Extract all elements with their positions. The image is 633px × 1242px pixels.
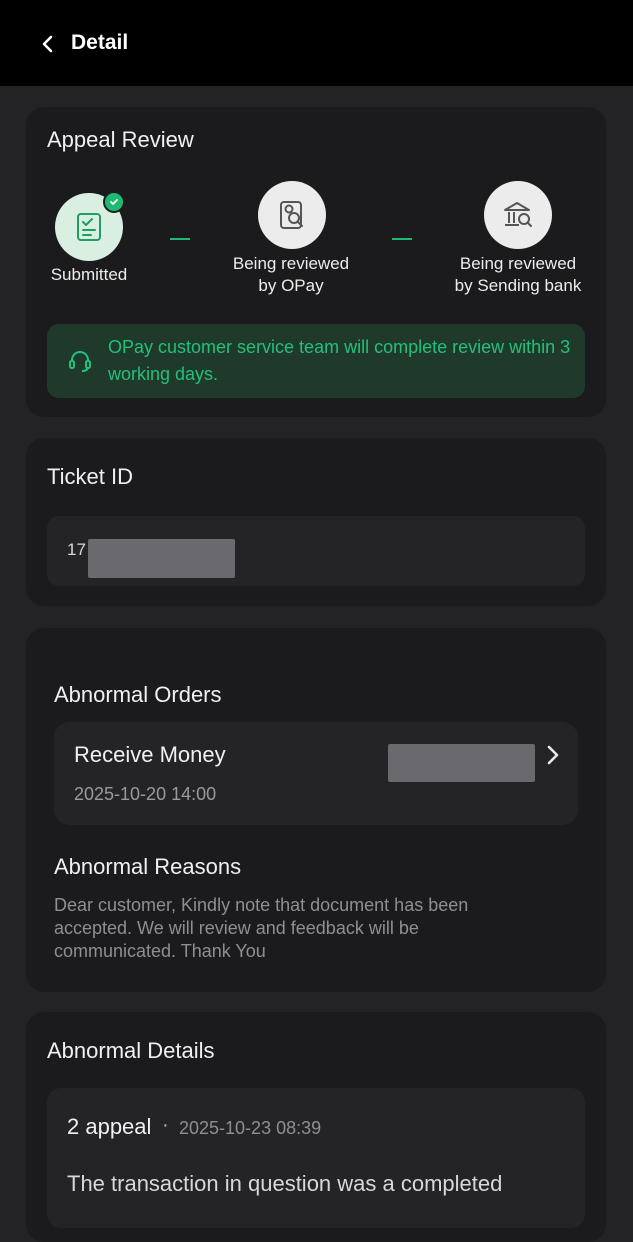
appeal-review-title: Appeal Review	[47, 127, 194, 152]
order-type: Receive Money	[74, 742, 226, 767]
step-connector	[392, 238, 412, 240]
step-review-opay	[258, 181, 326, 249]
ticket-id-field: 17	[47, 516, 585, 586]
ticket-title: Ticket ID	[47, 464, 133, 489]
ticket-id-value: 17	[67, 540, 86, 559]
abnormal-reasons-title: Abnormal Reasons	[54, 854, 242, 879]
document-search-icon	[280, 201, 303, 229]
appeal-datetime: 2025-10-23 08:39	[179, 1118, 322, 1138]
step-review-opay-label: Being reviewed by OPay	[232, 254, 350, 295]
redacted-block	[88, 539, 235, 578]
chevron-right-icon	[547, 745, 559, 765]
back-button[interactable]	[32, 28, 64, 60]
separator: ·	[162, 1114, 169, 1136]
appeal-label: 2 appeal	[67, 1114, 152, 1139]
redacted-block	[388, 744, 535, 782]
step-review-bank	[484, 181, 552, 249]
document-check-icon	[77, 213, 101, 241]
review-notice: OPay customer service team will complete…	[47, 324, 585, 398]
abnormal-details-card: Abnormal Details 2 appeal · 2025-10-23 0…	[26, 1012, 606, 1242]
headset-icon	[69, 351, 91, 372]
step-connector	[170, 238, 190, 240]
top-bar: Detail	[0, 0, 633, 86]
order-datetime: 2025-10-20 14:00	[74, 784, 217, 804]
page-title: Detail	[71, 31, 129, 54]
step-review-bank-label: Being reviewed by Sending bank	[454, 254, 582, 295]
ticket-card: Ticket ID 17	[26, 438, 606, 606]
check-badge-icon	[103, 191, 125, 213]
chevron-left-icon	[42, 35, 53, 53]
abnormal-reasons-text: Dear customer, Kindly note that document…	[54, 895, 469, 961]
abnormal-orders-title: Abnormal Orders	[54, 682, 222, 707]
order-item[interactable]: Receive Money 2025-10-20 14:00	[54, 722, 578, 825]
abnormal-details-title: Abnormal Details	[47, 1038, 215, 1063]
appeal-review-card: Appeal Review Submitted Being reviewed b…	[26, 107, 606, 417]
bank-search-icon	[504, 202, 532, 227]
abnormal-orders-card: Abnormal Orders Receive Money 2025-10-20…	[26, 628, 606, 992]
step-submitted-label: Submitted	[50, 265, 128, 284]
step-submitted	[55, 191, 125, 261]
notice-text: OPay customer service team will complete…	[108, 337, 571, 384]
appeal-entry: 2 appeal · 2025-10-23 08:39 The transact…	[47, 1088, 585, 1228]
appeal-text: The transaction in question was a comple…	[67, 1171, 503, 1196]
